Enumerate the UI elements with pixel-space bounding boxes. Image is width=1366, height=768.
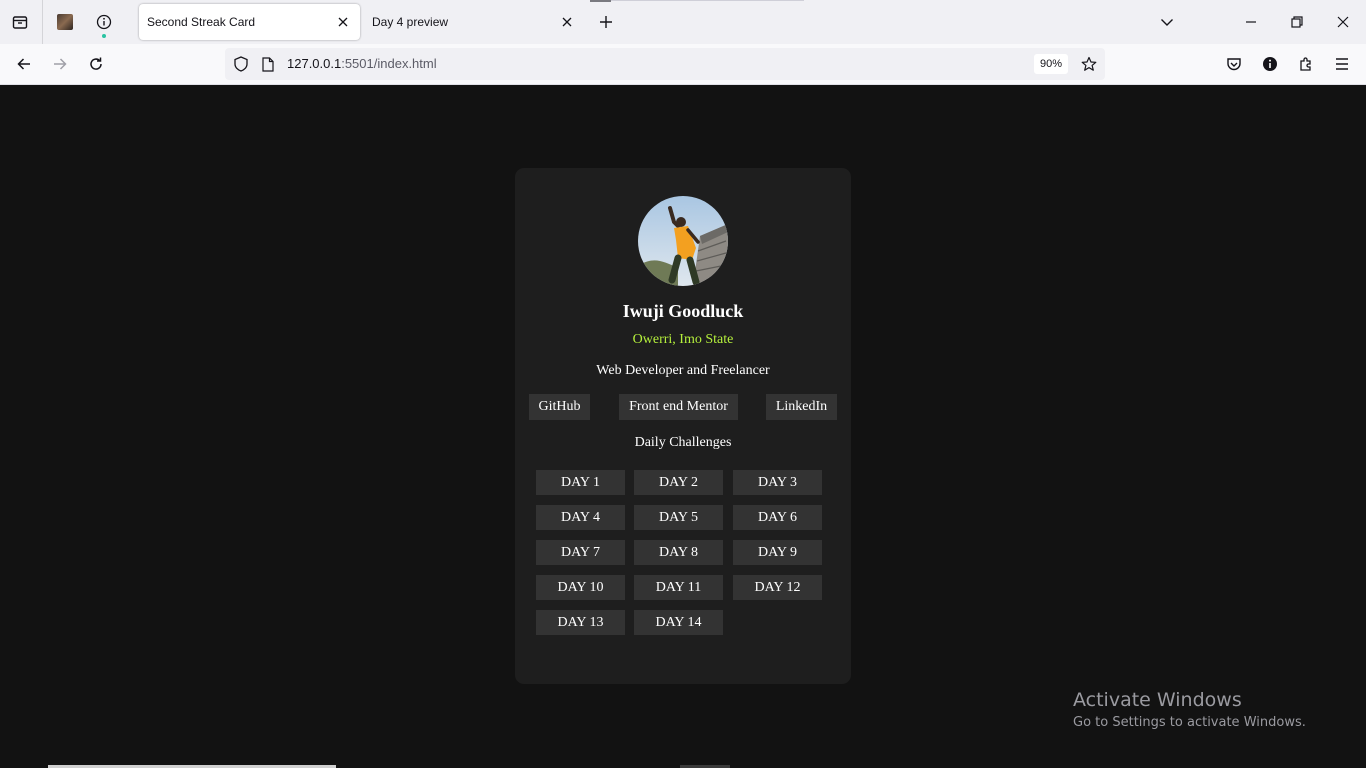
activate-windows-watermark: Activate Windows Go to Settings to activ…	[1073, 689, 1306, 730]
page-icon[interactable]	[259, 55, 277, 73]
navigation-bar: 127.0.0.1:5501/index.html 90%	[0, 44, 1366, 85]
menu-icon[interactable]	[1328, 50, 1356, 78]
tab-loading-track	[611, 0, 804, 1]
profile-card: Iwuji Goodluck Owerri, Imo State Web Dev…	[515, 168, 851, 684]
close-icon[interactable]	[334, 13, 352, 31]
day-button-6[interactable]: DAY 6	[733, 505, 822, 530]
profile-location: Owerri, Imo State	[632, 332, 734, 347]
day-button-5[interactable]: DAY 5	[634, 505, 723, 530]
url-path: :5501/index.html	[341, 56, 437, 71]
avatar	[638, 196, 728, 286]
pinned-tab-indicator	[102, 34, 106, 38]
firefox-view-icon[interactable]	[6, 8, 34, 36]
day-button-1[interactable]: DAY 1	[536, 470, 625, 495]
daily-challenges-heading: Daily Challenges	[634, 435, 732, 450]
url-text[interactable]: 127.0.0.1:5501/index.html	[287, 56, 437, 71]
url-bar[interactable]: 127.0.0.1:5501/index.html 90%	[225, 48, 1105, 80]
day-button-9[interactable]: DAY 9	[733, 540, 822, 565]
extension-info-icon[interactable]	[1256, 50, 1284, 78]
shield-icon[interactable]	[232, 55, 250, 73]
day-button-10[interactable]: DAY 10	[536, 575, 625, 600]
zoom-level-button[interactable]: 90%	[1034, 54, 1068, 74]
linkedin-link-button[interactable]: LinkedIn	[766, 394, 837, 420]
day-button-7[interactable]: DAY 7	[536, 540, 625, 565]
tab-title: Second Streak Card	[147, 15, 256, 29]
new-tab-icon[interactable]	[592, 8, 620, 36]
profile-name: Iwuji Goodluck	[622, 301, 744, 321]
day-button-8[interactable]: DAY 8	[634, 540, 723, 565]
extensions-puzzle-icon[interactable]	[1292, 50, 1320, 78]
pinned-tab-info-icon[interactable]	[90, 8, 118, 36]
close-icon[interactable]	[558, 13, 576, 31]
url-host: 127.0.0.1	[287, 56, 342, 71]
tab-title: Day 4 preview	[372, 15, 449, 29]
github-link-button[interactable]: GitHub	[529, 394, 590, 420]
tab-day-4-preview[interactable]: Day 4 preview	[364, 4, 584, 40]
day-button-3[interactable]: DAY 3	[733, 470, 822, 495]
day-button-14[interactable]: DAY 14	[634, 610, 723, 635]
day-button-4[interactable]: DAY 4	[536, 505, 625, 530]
list-all-tabs-icon[interactable]	[1153, 8, 1181, 36]
reload-icon[interactable]	[82, 50, 110, 78]
profile-bio: Web Developer and Freelancer	[596, 363, 770, 378]
page-viewport: Iwuji Goodluck Owerri, Imo State Web Dev…	[0, 85, 1366, 768]
pinned-tab-favicon[interactable]	[57, 14, 73, 30]
forward-icon[interactable]	[46, 50, 74, 78]
day-button-12[interactable]: DAY 12	[733, 575, 822, 600]
day-button-11[interactable]: DAY 11	[634, 575, 723, 600]
tab-loading-indicator	[590, 0, 611, 2]
bookmark-star-icon[interactable]	[1080, 55, 1098, 73]
restore-icon[interactable]	[1283, 8, 1311, 36]
tab-bar: Second Streak Card Day 4 preview	[0, 0, 1366, 44]
tab-separator	[42, 0, 43, 44]
day-button-2[interactable]: DAY 2	[634, 470, 723, 495]
back-icon[interactable]	[10, 50, 38, 78]
close-window-icon[interactable]	[1329, 8, 1357, 36]
tab-second-streak-card[interactable]: Second Streak Card	[139, 4, 360, 40]
day-button-13[interactable]: DAY 13	[536, 610, 625, 635]
watermark-title: Activate Windows	[1073, 689, 1242, 711]
frontend-mentor-link-button[interactable]: Front end Mentor	[619, 394, 738, 420]
watermark-subtitle: Go to Settings to activate Windows.	[1073, 715, 1306, 730]
minimize-icon[interactable]	[1237, 8, 1265, 36]
pocket-icon[interactable]	[1220, 50, 1248, 78]
